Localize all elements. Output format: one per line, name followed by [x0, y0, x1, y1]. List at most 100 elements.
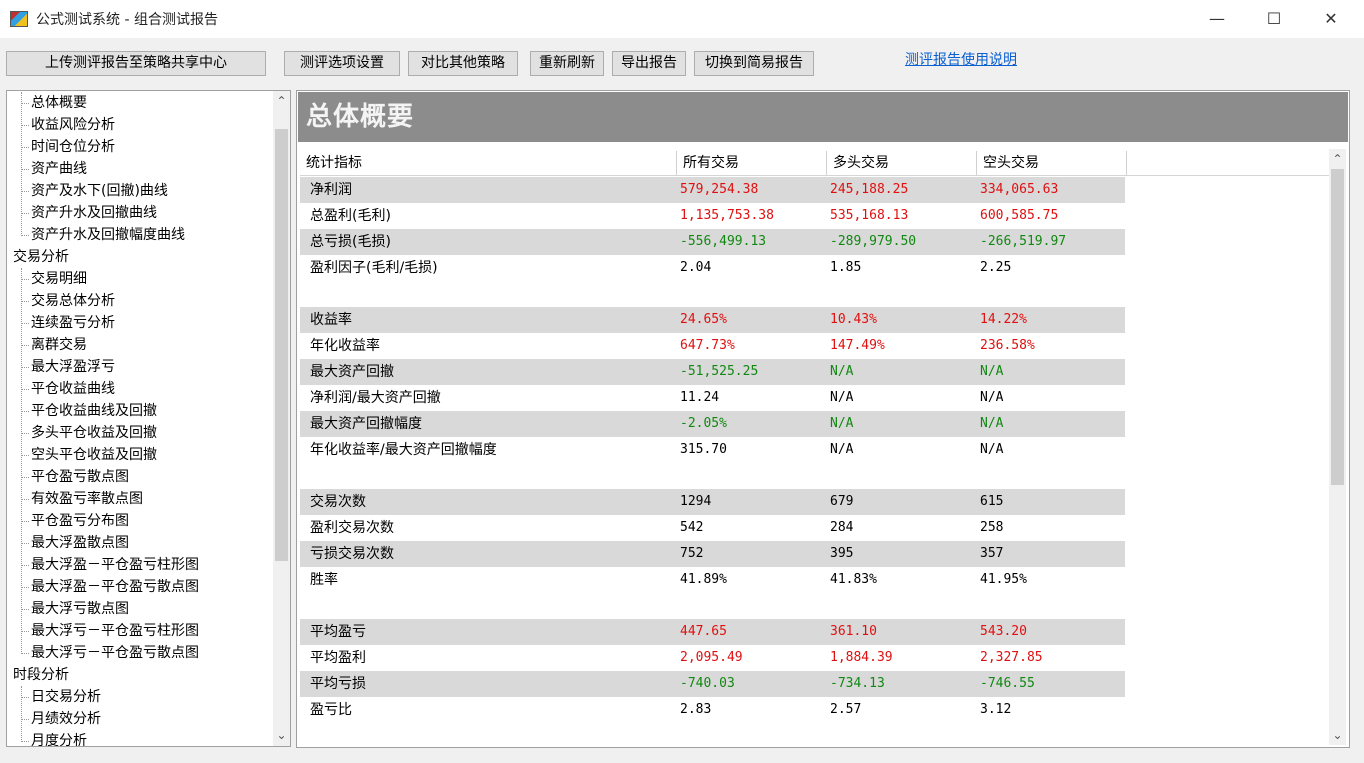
compare-strategies-button[interactable]: 对比其他策略 [408, 51, 518, 76]
tree-item-trade[interactable]: 最大浮亏－平仓盈亏柱形图 [31, 620, 199, 642]
tree-item-trade[interactable]: 交易明细 [31, 268, 87, 290]
tree-scroll-thumb[interactable] [275, 129, 288, 561]
column-header-all[interactable]: 所有交易 [677, 151, 827, 175]
value-all: -51,525.25 [680, 364, 759, 379]
scroll-up-icon[interactable]: ⌃ [273, 93, 290, 110]
table-scrollbar[interactable]: ⌃ ⌄ [1329, 149, 1346, 745]
tree-connector [21, 345, 29, 346]
metric-label: 胜率 [310, 572, 338, 588]
tree-connector [21, 389, 29, 390]
column-header-short[interactable]: 空头交易 [977, 151, 1127, 175]
table-row[interactable]: 胜率 41.89% 41.83% 41.95% [300, 567, 1125, 593]
tree-connector [21, 301, 29, 302]
tree-guide-line [21, 92, 22, 236]
tree-connector [21, 455, 29, 456]
metric-label: 平均亏损 [310, 676, 366, 692]
tree-item-overview[interactable]: 资产曲线 [31, 158, 87, 180]
tree-item-trade[interactable]: 平仓收益曲线及回撤 [31, 400, 157, 422]
tree-connector [21, 279, 29, 280]
table-row[interactable]: 交易次数 1294 679 615 [300, 489, 1125, 515]
value-short: 258 [980, 520, 1004, 535]
tree-item-overview[interactable]: 资产及水下(回撤)曲线 [31, 180, 168, 202]
value-short: 357 [980, 546, 1004, 561]
table-scroll-thumb[interactable] [1331, 169, 1344, 485]
summary-table: 统计指标 所有交易 多头交易 空头交易 净利润 579,254.38 245,1… [300, 149, 1346, 745]
tree-item-overview[interactable]: 资产升水及回撤幅度曲线 [31, 224, 185, 246]
help-link[interactable]: 测评报告使用说明 [905, 49, 1017, 69]
tree-connector [21, 587, 29, 588]
metric-label: 最大资产回撤幅度 [310, 416, 422, 432]
table-row[interactable]: 平均亏损 -740.03 -734.13 -746.55 [300, 671, 1125, 697]
tree-connector [21, 235, 29, 236]
tree-item-trade[interactable]: 平仓盈亏分布图 [31, 510, 129, 532]
tree-group-trade-analysis[interactable]: 交易分析 [13, 246, 69, 268]
table-row[interactable]: 平均盈亏 447.65 361.10 543.20 [300, 619, 1125, 645]
tree-item-trade[interactable]: 连续盈亏分析 [31, 312, 115, 334]
value-all: 1,135,753.38 [680, 208, 774, 223]
tree-scrollbar[interactable]: ⌃ ⌄ [273, 91, 290, 746]
tree-connector [21, 499, 29, 500]
table-row[interactable]: 最大资产回撤 -51,525.25 N/A N/A [300, 359, 1125, 385]
metric-label: 平均盈亏 [310, 624, 366, 640]
value-all: 11.24 [680, 390, 720, 405]
table-row[interactable]: 收益率 24.65% 10.43% 14.22% [300, 307, 1125, 333]
tree-item-overview[interactable]: 资产升水及回撤曲线 [31, 202, 157, 224]
maximize-button[interactable]: ☐ [1251, 0, 1297, 38]
table-row[interactable]: 盈亏比 2.83 2.57 3.12 [300, 697, 1125, 723]
table-row[interactable]: 盈利交易次数 542 284 258 [300, 515, 1125, 541]
table-row[interactable]: 净利润/最大资产回撤 11.24 N/A N/A [300, 385, 1125, 411]
tree-item-trade[interactable]: 交易总体分析 [31, 290, 115, 312]
tree-item-trade[interactable]: 最大浮亏－平仓盈亏散点图 [31, 642, 199, 664]
upload-report-button[interactable]: 上传测评报告至策略共享中心 [6, 51, 266, 76]
table-row[interactable]: 净利润 579,254.38 245,188.25 334,065.63 [300, 177, 1125, 203]
tree-item-overview[interactable]: 时间仓位分析 [31, 136, 115, 158]
tree-connector [21, 719, 29, 720]
table-row[interactable]: 总盈利(毛利) 1,135,753.38 535,168.13 600,585.… [300, 203, 1125, 229]
tree-item-trade[interactable]: 最大浮亏散点图 [31, 598, 129, 620]
close-button[interactable]: ✕ [1308, 0, 1354, 38]
metric-label: 最大资产回撤 [310, 364, 394, 380]
value-short: 615 [980, 494, 1004, 509]
table-scroll-up-icon[interactable]: ⌃ [1329, 151, 1346, 168]
column-header-long[interactable]: 多头交易 [827, 151, 977, 175]
value-all: 24.65% [680, 312, 727, 327]
tree-item-trade[interactable]: 平仓盈亏散点图 [31, 466, 129, 488]
test-options-button[interactable]: 测评选项设置 [284, 51, 400, 76]
export-report-button[interactable]: 导出报告 [612, 51, 686, 76]
tree-item-trade[interactable]: 离群交易 [31, 334, 87, 356]
metric-label: 盈亏比 [310, 702, 352, 718]
tree-item-trade[interactable]: 平仓收益曲线 [31, 378, 115, 400]
table-row[interactable]: 最大资产回撤幅度 -2.05% N/A N/A [300, 411, 1125, 437]
title-bar: 公式测试系统 - 组合测试报告 — ☐ ✕ [0, 0, 1364, 38]
tree-item-trade[interactable]: 有效盈亏率散点图 [31, 488, 143, 510]
minimize-button[interactable]: — [1194, 0, 1240, 38]
value-short: -266,519.97 [980, 234, 1067, 249]
tree-item-overview[interactable]: 总体概要 [31, 92, 87, 114]
tree-item-period[interactable]: 日交易分析 [31, 686, 101, 708]
tree-item-period[interactable]: 月度分析 [31, 730, 87, 746]
table-scroll-down-icon[interactable]: ⌄ [1329, 727, 1346, 744]
report-tree: 总体概要 收益风险分析 时间仓位分析 资产曲线 资产及水下(回撤)曲线 资产升水及回撤曲线… [6, 90, 291, 747]
column-header-metric[interactable]: 统计指标 [300, 151, 677, 175]
value-long: 361.10 [830, 624, 877, 639]
table-row[interactable]: 盈利因子(毛利/毛损) 2.04 1.85 2.25 [300, 255, 1125, 281]
report-panel: 总体概要 统计指标 所有交易 多头交易 空头交易 净利润 579,254.38 … [296, 90, 1350, 748]
value-short: 600,585.75 [980, 208, 1059, 223]
tree-item-trade[interactable]: 最大浮盈－平仓盈亏柱形图 [31, 554, 199, 576]
table-row[interactable]: 年化收益率 647.73% 147.49% 236.58% [300, 333, 1125, 359]
tree-item-trade[interactable]: 空头平仓收益及回撤 [31, 444, 157, 466]
tree-item-trade[interactable]: 多头平仓收益及回撤 [31, 422, 157, 444]
tree-item-overview[interactable]: 收益风险分析 [31, 114, 115, 136]
tree-group-period-analysis[interactable]: 时段分析 [13, 664, 69, 686]
table-row[interactable]: 平均盈利 2,095.49 1,884.39 2,327.85 [300, 645, 1125, 671]
table-row[interactable]: 年化收益率/最大资产回撤幅度 315.70 N/A N/A [300, 437, 1125, 463]
tree-item-trade[interactable]: 最大浮盈－平仓盈亏散点图 [31, 576, 199, 598]
switch-simple-report-button[interactable]: 切换到简易报告 [694, 51, 814, 76]
refresh-button[interactable]: 重新刷新 [530, 51, 604, 76]
tree-item-trade[interactable]: 最大浮盈散点图 [31, 532, 129, 554]
tree-item-period[interactable]: 月绩效分析 [31, 708, 101, 730]
table-row[interactable]: 总亏损(毛损) -556,499.13 -289,979.50 -266,519… [300, 229, 1125, 255]
tree-item-trade[interactable]: 最大浮盈浮亏 [31, 356, 115, 378]
scroll-down-icon[interactable]: ⌄ [273, 727, 290, 744]
table-row[interactable]: 亏损交易次数 752 395 357 [300, 541, 1125, 567]
